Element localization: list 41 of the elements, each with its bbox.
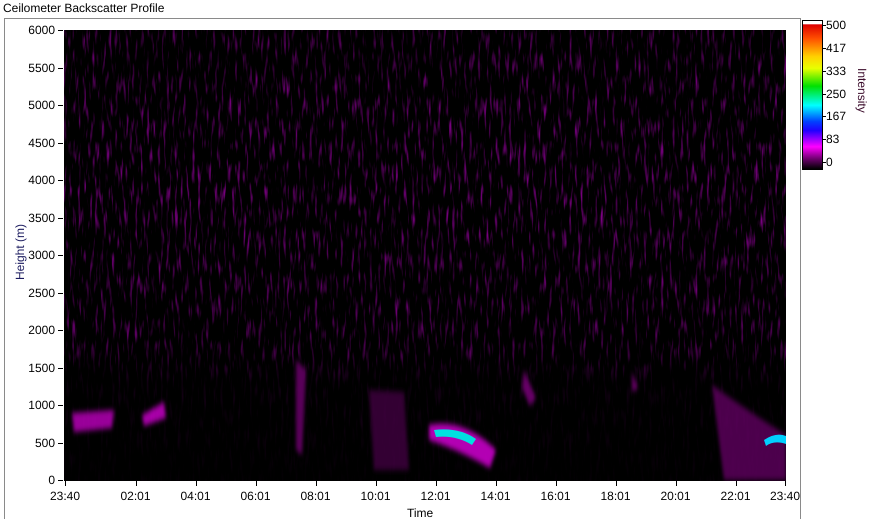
x-axis-tick-label: 10:01 (360, 490, 391, 502)
x-axis-tick-label: 08:01 (300, 490, 331, 502)
x-axis-tick-label: 04:01 (180, 490, 211, 502)
x-axis-tick-label: 22:01 (720, 490, 751, 502)
x-axis-tick-label: 16:01 (540, 490, 571, 502)
x-axis-tick-label: 20:01 (660, 490, 691, 502)
y-axis-tick-label: 2000 (28, 324, 55, 336)
color-scale-tick-label: 333 (826, 64, 846, 77)
y-axis-tick-label: 1500 (28, 362, 55, 374)
color-scale-tick-label: 250 (826, 88, 846, 100)
color-scale-tick-label: 83 (826, 133, 840, 146)
y-axis-tick-label: 6000 (28, 24, 55, 36)
y-axis-tick-label: 4500 (28, 136, 55, 148)
color-scale-tick-label: 167 (826, 110, 846, 122)
y-axis-tick-label: 0 (48, 474, 55, 486)
y-axis-title: Height (m) (12, 224, 28, 280)
y-axis-tick-label: 3000 (28, 249, 55, 261)
cloud-return-patch (632, 372, 638, 392)
x-axis-tick-label: 02:01 (120, 490, 151, 502)
y-axis-tick-label: 1000 (28, 399, 55, 411)
color-scale-tick-label: 0 (826, 156, 833, 168)
y-axis-tick-label: 5500 (28, 62, 55, 74)
x-axis-tick-label: 14:01 (480, 490, 511, 502)
color-scale-title: Intensity (854, 68, 870, 113)
color-scale-tick-label: 417 (826, 42, 846, 54)
cloud-return-patch (142, 402, 166, 426)
graph-title: Ceilometer Backscatter Profile (3, 1, 164, 15)
x-axis-tick-label: 06:01 (240, 490, 271, 502)
y-axis-tick-label: 5000 (28, 99, 55, 111)
y-axis-tick-label: 3500 (28, 212, 55, 224)
x-axis-tick-label: 18:01 (600, 490, 631, 502)
color-scale-tick-label: 500 (826, 19, 846, 31)
y-axis-tick-label: 500 (34, 436, 55, 448)
x-axis-tick-label: 23:40 (50, 490, 80, 502)
x-axis-tick-label: 12:01 (420, 490, 451, 502)
x-axis-title: Time (407, 505, 434, 519)
cloud-return-patch (72, 410, 114, 432)
y-axis-tick-label: 4000 (28, 174, 55, 186)
x-axis-tick-label: 23:40 (770, 490, 800, 502)
y-axis-tick-label: 2500 (28, 286, 55, 298)
cloud-return-patch (522, 370, 536, 406)
